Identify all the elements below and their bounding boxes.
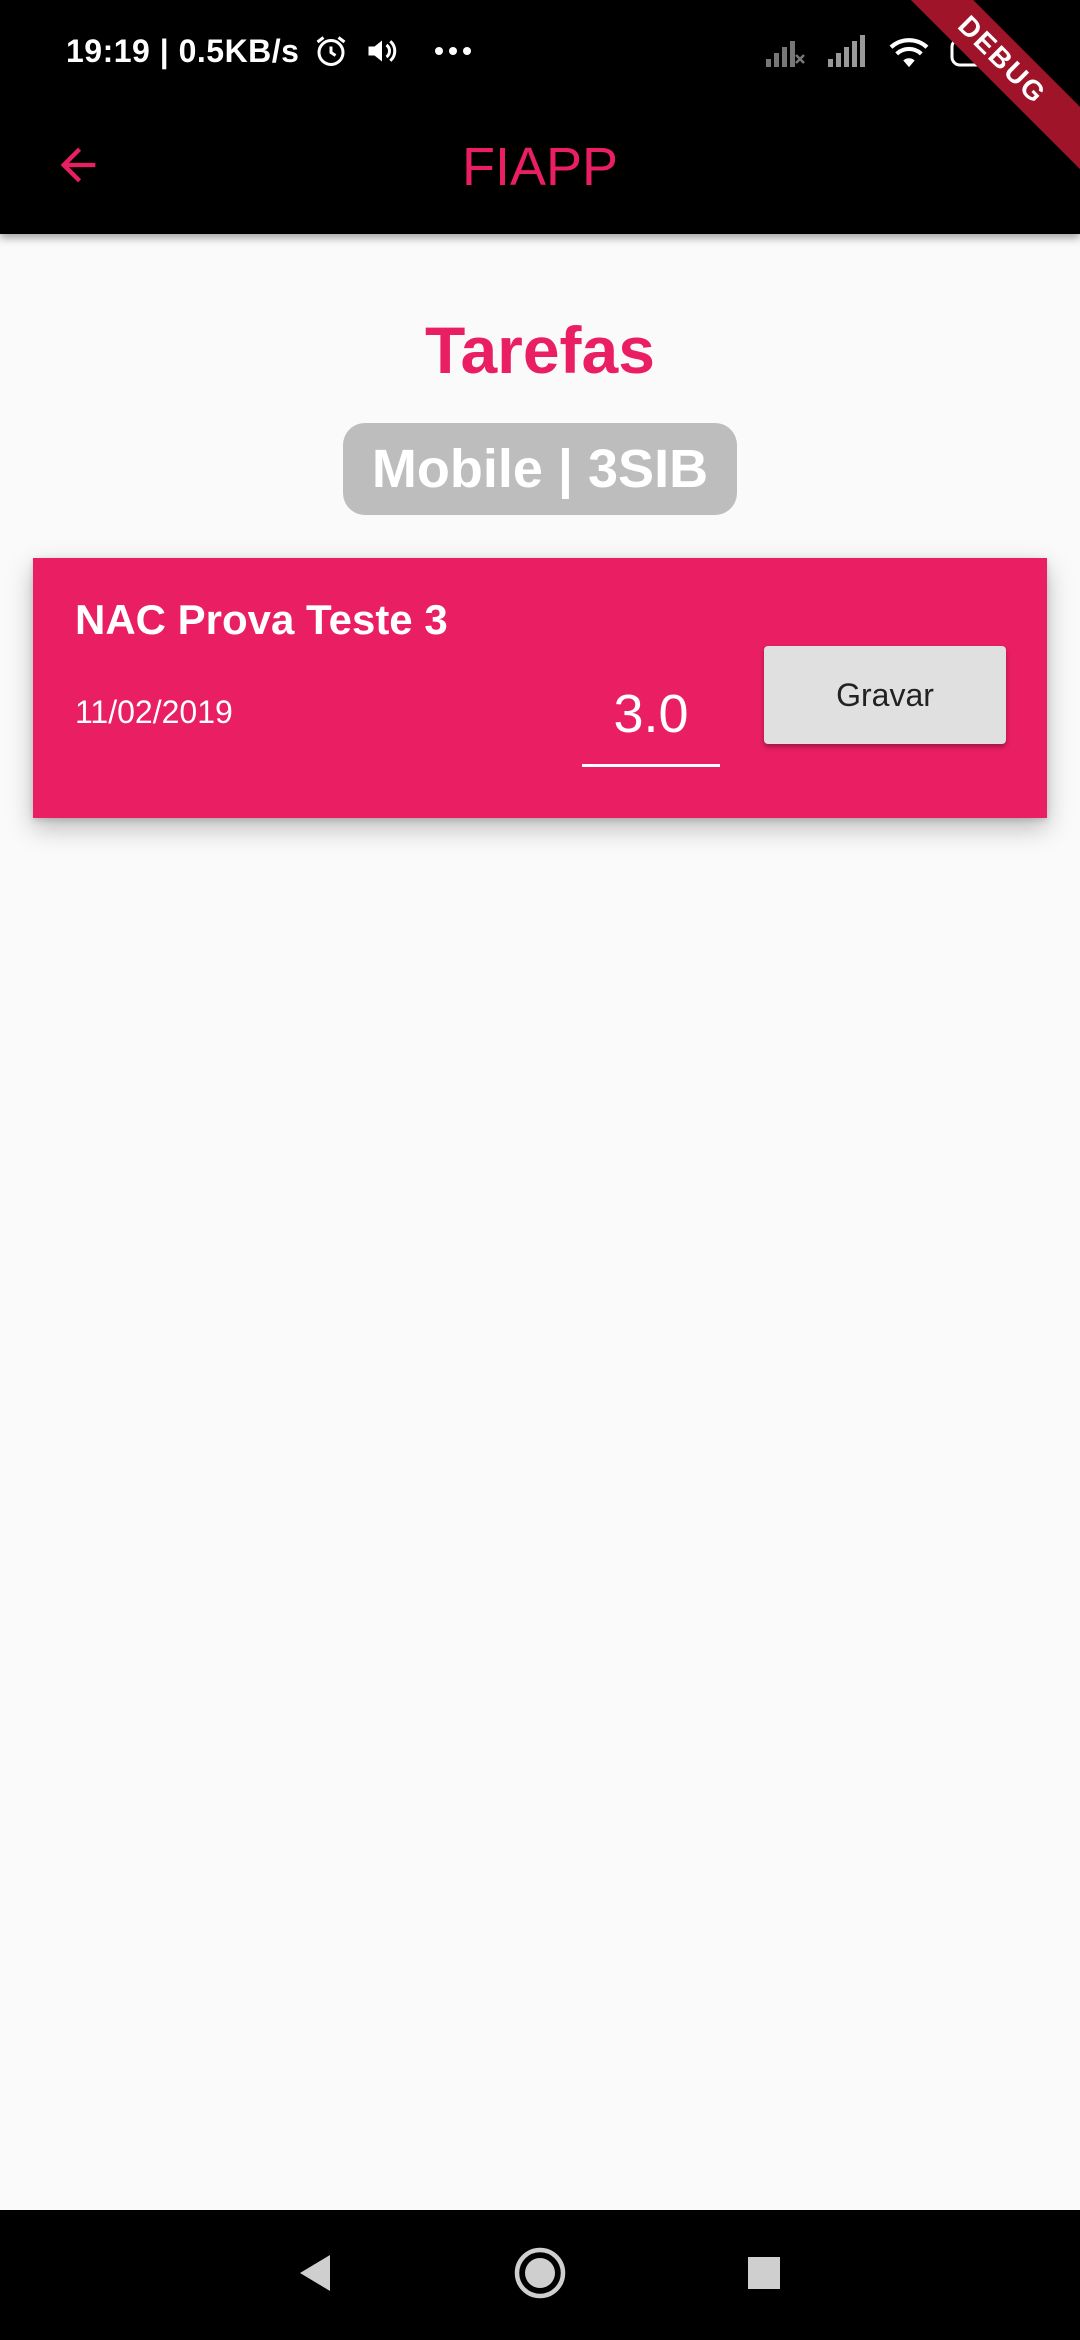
page-title: Tarefas	[425, 313, 655, 387]
back-triangle-icon	[296, 2253, 332, 2298]
course-chip: Mobile | 3SIB	[343, 423, 737, 515]
save-button[interactable]: Gravar	[764, 646, 1006, 744]
recents-square-icon	[746, 2255, 782, 2296]
task-name: NAC Prova Teste 3	[75, 596, 448, 643]
screen: 19:19 | 0.5KB/s DEBUG FIAPP Tarefas Mobi…	[0, 0, 1080, 2340]
nav-back-button[interactable]	[274, 2235, 354, 2315]
volume-icon	[363, 33, 401, 69]
app-bar: FIAPP	[0, 100, 1080, 234]
task-card: NAC Prova Teste 3 11/02/2019 Gravar	[33, 558, 1047, 818]
app-title: FIAPP	[461, 137, 619, 197]
home-circle-icon	[513, 2246, 567, 2305]
alarm-icon	[313, 33, 349, 69]
task-date: 11/02/2019	[75, 694, 233, 730]
grade-field[interactable]	[582, 664, 720, 767]
status-bar: 19:19 | 0.5KB/s	[0, 0, 1080, 100]
signal-off-icon	[764, 33, 808, 69]
nav-home-button[interactable]	[500, 2235, 580, 2315]
nav-recents-button[interactable]	[724, 2235, 804, 2315]
nav-bar	[0, 2210, 1080, 2340]
status-left: 19:19 | 0.5KB/s	[66, 26, 473, 76]
signal-icon	[826, 33, 868, 69]
status-time-speed: 19:19 | 0.5KB/s	[66, 32, 300, 69]
wifi-icon	[886, 33, 932, 69]
more-dots-icon	[433, 45, 473, 57]
